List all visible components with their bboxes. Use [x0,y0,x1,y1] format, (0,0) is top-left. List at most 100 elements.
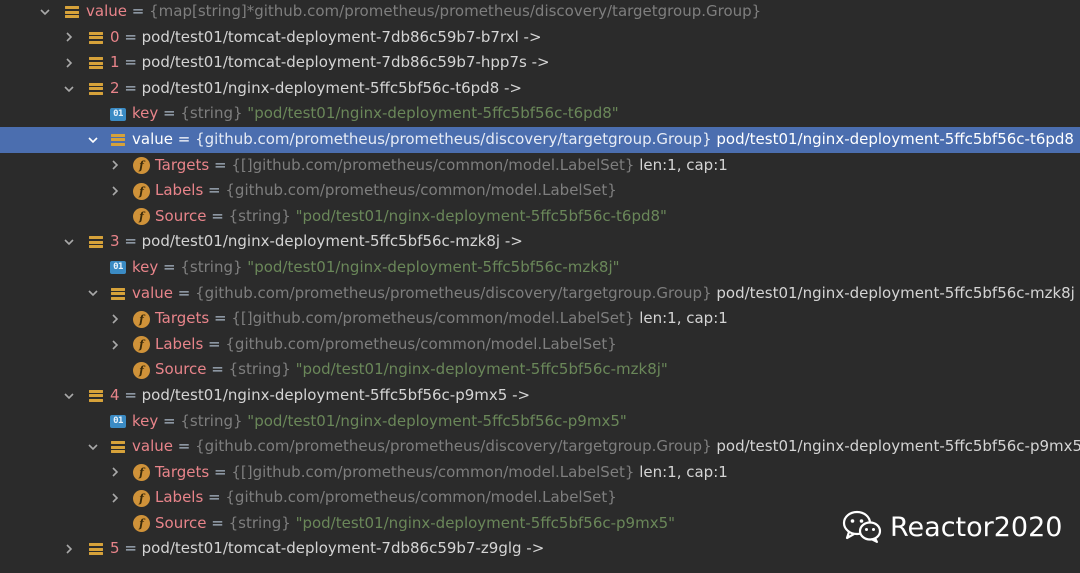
tree-row[interactable]: f Source = {string} "pod/test01/nginx-dep… [0,204,1080,230]
variable-value: pod/test01/nginx-deployment-5ffc5bf56c-t… [141,78,522,97]
tree-row[interactable]: 2 = pod/test01/nginx-deployment-5ffc5bf5… [0,76,1080,102]
equals-sign: = [209,309,232,328]
variable-value: pod/test01/tomcat-deployment-7db86c59b7-… [141,27,542,46]
tree-row-text: Labels = {github.com/prometheus/common/m… [155,485,617,511]
tree-row-text: Targets = {[]github.com/prometheus/commo… [155,153,728,179]
tree-row-text: Targets = {[]github.com/prometheus/commo… [155,306,728,332]
equals-sign: = [119,539,142,558]
variable-name: 0 [110,27,120,46]
tree-row[interactable]: value = {github.com/prometheus/prometheu… [0,434,1080,460]
tree-row[interactable]: 4 = pod/test01/nginx-deployment-5ffc5bf5… [0,383,1080,409]
chevron-down-icon[interactable] [38,0,52,25]
variable-value: pod/test01/nginx-deployment-5ffc5bf56c-p… [716,437,1080,456]
equals-sign: = [206,206,229,225]
list-icon [88,81,104,97]
variable-type: {github.com/prometheus/prometheus/discov… [195,437,717,456]
tree-row-text: 5 = pod/test01/tomcat-deployment-7db86c5… [110,536,544,562]
tree-row[interactable]: value = {github.com/prometheus/prometheu… [0,126,1080,153]
variable-name: 1 [110,53,120,72]
primitive-icon: 01 [110,415,126,428]
tree-row-text: 4 = pod/test01/nginx-deployment-5ffc5bf5… [110,383,530,409]
tree-row[interactable]: value = {map[string]*github.com/promethe… [0,0,1080,25]
chevron-right-icon[interactable] [108,306,122,332]
field-icon: f [133,182,150,200]
equals-sign: = [158,411,181,430]
chevron-down-icon[interactable] [86,434,100,460]
equals-sign: = [206,360,229,379]
tree-row[interactable]: f Labels = {github.com/prometheus/common/… [0,332,1080,358]
tree-row-text: Source = {string} "pod/test01/nginx-depl… [155,204,667,230]
variable-value: len:1, cap:1 [639,155,728,174]
tree-row[interactable]: 3 = pod/test01/nginx-deployment-5ffc5bf5… [0,229,1080,255]
equals-sign: = [203,488,226,507]
chevron-down-icon[interactable] [62,229,76,255]
tree-row[interactable]: 0 = pod/test01/tomcat-deployment-7db86c5… [0,25,1080,51]
variable-name: Targets [155,155,210,174]
tree-row-text: value = {github.com/prometheus/prometheu… [132,434,1080,460]
chevron-right-icon[interactable] [108,485,122,511]
chevron-right-icon[interactable] [108,332,122,358]
chevron-right-icon[interactable] [108,178,122,204]
tree-row[interactable]: 01 key = {string} "pod/test01/nginx-deplo… [0,409,1080,435]
tree-row-text: 1 = pod/test01/tomcat-deployment-7db86c5… [110,50,550,76]
variable-type: {github.com/prometheus/common/model.Labe… [225,334,617,353]
variable-name: Targets [155,309,210,328]
variable-value: pod/test01/nginx-deployment-5ffc5bf56c-m… [141,232,523,251]
tree-row-text: key = {string} "pod/test01/nginx-deploym… [132,255,620,281]
variable-value: len:1, cap:1 [639,462,728,481]
list-icon [88,55,104,71]
equals-sign: = [209,155,232,174]
tree-row[interactable]: f Source = {string} "pod/test01/nginx-dep… [0,357,1080,383]
list-icon [64,4,80,20]
chevron-down-icon[interactable] [86,127,100,153]
variable-name: Source [155,513,207,532]
string-value: "pod/test01/nginx-deployment-5ffc5bf56c-… [247,257,620,276]
equals-sign: = [203,181,226,200]
tree-row[interactable]: 1 = pod/test01/tomcat-deployment-7db86c5… [0,50,1080,76]
list-icon [110,132,126,148]
variable-name: Labels [155,488,204,507]
tree-row[interactable]: f Targets = {[]github.com/prometheus/comm… [0,153,1080,179]
variable-type: {github.com/prometheus/common/model.Labe… [225,488,617,507]
wechat-icon [842,510,882,544]
tree-row-text: value = {github.com/prometheus/prometheu… [132,281,1075,307]
chevron-right-icon[interactable] [108,153,122,179]
field-icon: f [133,208,150,226]
variable-name: value [86,2,127,20]
variable-name: value [132,129,173,148]
tree-row[interactable]: value = {github.com/prometheus/prometheu… [0,281,1080,307]
primitive-icon: 01 [110,261,126,275]
tree-row[interactable]: 01 key = {string} "pod/test01/nginx-deplo… [0,101,1080,127]
tree-row-text: value = {map[string]*github.com/promethe… [86,0,761,25]
variable-type: {string} [180,411,248,430]
variable-value: pod/test01/nginx-deployment-5ffc5bf56c-t… [716,129,1074,148]
chevron-right-icon[interactable] [62,50,76,76]
equals-sign: = [119,78,142,97]
tree-row[interactable]: 01 key = {string} "pod/test01/nginx-deplo… [0,255,1080,281]
list-icon [88,234,104,250]
tree-row[interactable]: f Targets = {[]github.com/prometheus/comm… [0,306,1080,332]
variable-name: 5 [110,539,120,558]
chevron-down-icon[interactable] [86,281,100,307]
variable-name: Labels [155,334,204,353]
tree-row-text: 3 = pod/test01/nginx-deployment-5ffc5bf5… [110,229,523,255]
variable-value: pod/test01/nginx-deployment-5ffc5bf56c-m… [716,283,1075,302]
string-value: "pod/test01/nginx-deployment-5ffc5bf56c-… [247,411,627,430]
equals-sign: = [206,513,229,532]
variable-name: key [132,257,159,276]
chevron-right-icon[interactable] [108,460,122,486]
tree-row[interactable]: f Labels = {github.com/prometheus/common/… [0,178,1080,204]
equals-sign: = [172,437,196,456]
variable-name: 3 [110,232,120,251]
string-value: "pod/test01/nginx-deployment-5ffc5bf56c-… [247,104,619,123]
string-value: "pod/test01/nginx-deployment-5ffc5bf56c-… [295,206,667,225]
tree-row[interactable]: f Targets = {[]github.com/prometheus/comm… [0,460,1080,486]
variable-name: 2 [110,78,120,97]
chevron-right-icon[interactable] [62,536,76,562]
chevron-down-icon[interactable] [62,76,76,102]
equals-sign: = [172,283,196,302]
tree-row-text: 2 = pod/test01/nginx-deployment-5ffc5bf5… [110,76,522,102]
chevron-right-icon[interactable] [62,25,76,51]
variable-type: {map[string]*github.com/prometheus/prome… [149,2,762,20]
chevron-down-icon[interactable] [62,383,76,409]
